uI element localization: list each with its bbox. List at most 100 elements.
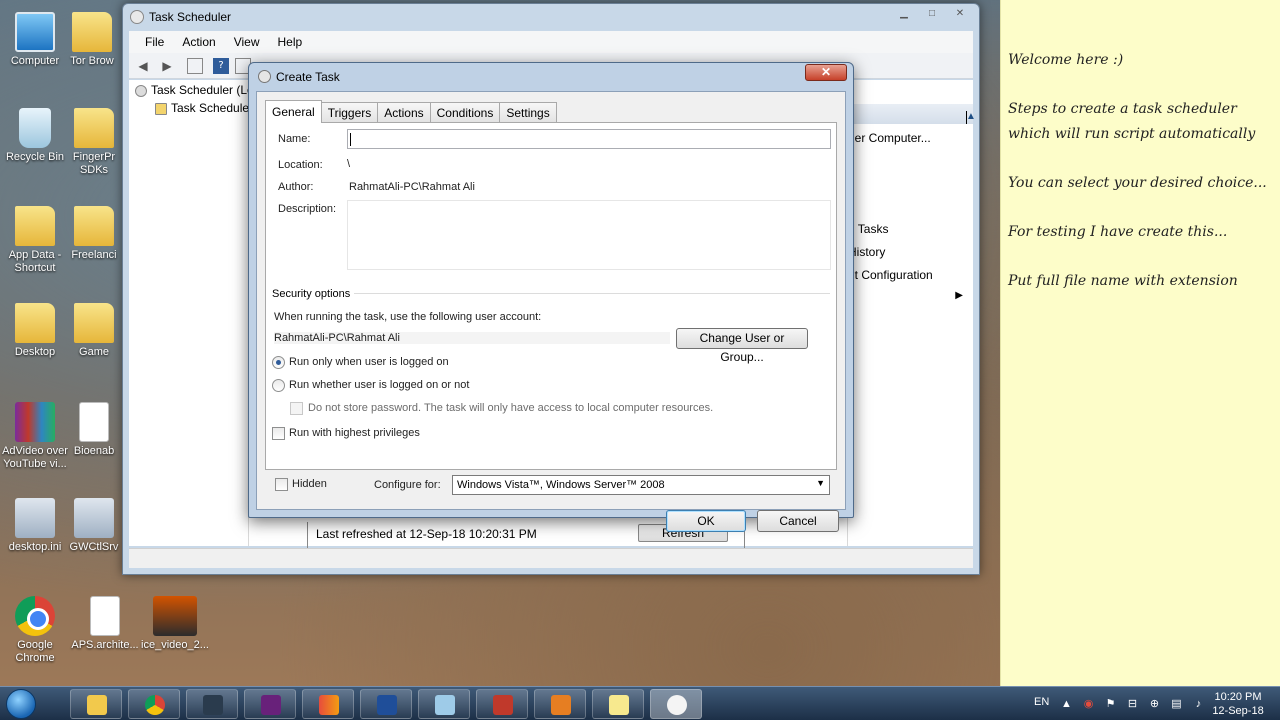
- clock[interactable]: 10:20 PM 12-Sep-18: [1208, 690, 1268, 718]
- dialog-titlebar[interactable]: Create Task ✕: [249, 63, 853, 89]
- minimize-button[interactable]: ▁: [891, 6, 917, 22]
- maximize-button[interactable]: □: [919, 6, 945, 22]
- taskbar-chrome[interactable]: [128, 689, 180, 719]
- do-not-store-password-checkbox[interactable]: [290, 402, 303, 415]
- taskbar-paint[interactable]: [418, 689, 470, 719]
- taskbar-powershell[interactable]: [360, 689, 412, 719]
- desktop-icon-aps-architecture[interactable]: APS.archite...: [70, 596, 140, 652]
- taskbar-explorer[interactable]: [70, 689, 122, 719]
- forward-arrow-icon[interactable]: ▶: [159, 58, 175, 74]
- menu-bar: File Action View Help: [129, 31, 973, 53]
- windows-app-icon: [319, 695, 339, 715]
- tab-actions[interactable]: Actions: [377, 102, 431, 122]
- collapse-caret-icon[interactable]: ▲: [966, 111, 976, 124]
- tab-general[interactable]: General: [265, 100, 322, 123]
- name-input[interactable]: [347, 129, 831, 149]
- main-window-title: Task Scheduler: [149, 10, 232, 24]
- author-value: RahmatAli-PC\Rahmat Ali: [349, 181, 475, 193]
- actions-header[interactable]: ▲: [848, 104, 976, 124]
- location-label: Location:: [278, 159, 323, 171]
- desktop-icon-google-chrome[interactable]: Google Chrome: [0, 596, 70, 665]
- snipping-tool-icon: [493, 695, 513, 715]
- clock-icon: [667, 695, 687, 715]
- tab-settings[interactable]: Settings: [499, 102, 557, 122]
- back-arrow-icon[interactable]: ◀: [135, 58, 151, 74]
- menu-view[interactable]: View: [226, 31, 270, 53]
- tab-triggers[interactable]: Triggers: [320, 102, 379, 122]
- usb-icon[interactable]: ⊟: [1126, 698, 1139, 711]
- desktop-icon-desktop-folder[interactable]: Desktop: [0, 303, 70, 359]
- ok-button[interactable]: OK: [666, 510, 746, 532]
- taskbar-recorder[interactable]: [534, 689, 586, 719]
- start-button[interactable]: [6, 689, 36, 719]
- main-titlebar[interactable]: Task Scheduler ▁ □ ✕: [123, 4, 979, 30]
- desktop-icon-bioenable[interactable]: Bioenab: [66, 402, 122, 458]
- do-not-store-password-label[interactable]: Do not store password. The task will onl…: [308, 402, 713, 414]
- close-button[interactable]: ✕: [947, 6, 973, 22]
- run-only-logged-on-label[interactable]: Run only when user is logged on: [289, 356, 449, 368]
- action-display-running-tasks[interactable]: g Tasks: [848, 222, 888, 236]
- change-user-or-group-button[interactable]: Change User or Group...: [676, 328, 808, 364]
- visual-studio-icon: [261, 695, 281, 715]
- taskbar-sticky-notes[interactable]: [592, 689, 644, 719]
- desktop-icon-app-data-shortcut[interactable]: App Data - Shortcut: [0, 206, 70, 275]
- desktop-icon-label: Google Chrome: [15, 639, 55, 664]
- description-label: Description:: [278, 203, 337, 215]
- sticky-note[interactable]: Welcome here :) Steps to create a task s…: [1000, 0, 1280, 686]
- desktop-icon-desktop-ini[interactable]: desktop.ini: [0, 498, 70, 554]
- settings-file-icon: [15, 498, 55, 538]
- highest-privileges-checkbox[interactable]: [272, 427, 285, 440]
- configure-for-select[interactable]: Windows Vista™, Windows Server™ 2008 ▼: [452, 475, 830, 495]
- actions-pane: ▲ her Computer... g Tasks History nt Con…: [847, 80, 976, 546]
- tree-item-task-scheduler-library[interactable]: Task Scheduler: [129, 101, 248, 119]
- taskbar-app[interactable]: [302, 689, 354, 719]
- dialog-close-button[interactable]: ✕: [805, 64, 847, 81]
- taskbar-task-scheduler[interactable]: [650, 689, 702, 719]
- run-whether-logged-on-radio[interactable]: [272, 379, 285, 392]
- clock-icon: [135, 85, 147, 97]
- volume-icon[interactable]: ♪: [1192, 698, 1205, 711]
- hidden-label[interactable]: Hidden: [292, 478, 327, 490]
- sticky-note-line: Put full file name with extension: [1008, 272, 1238, 289]
- antivirus-icon[interactable]: ◉: [1082, 698, 1095, 711]
- desktop-icon-advideo[interactable]: AdVideo over YouTube vi...: [0, 402, 70, 471]
- paint-icon: [435, 695, 455, 715]
- chrome-icon: [15, 596, 55, 636]
- show-hide-tree-icon[interactable]: [187, 58, 203, 74]
- desktop-icon-ice-video[interactable]: ice_video_2...: [140, 596, 210, 652]
- cancel-button[interactable]: Cancel: [757, 510, 839, 532]
- action-connect-another-computer[interactable]: her Computer...: [848, 131, 931, 145]
- language-indicator[interactable]: EN: [1034, 696, 1049, 708]
- taskbar-nox[interactable]: [186, 689, 238, 719]
- desktop-icon-label: Recycle Bin: [5, 151, 65, 163]
- update-icon[interactable]: ⊕: [1148, 698, 1161, 711]
- menu-help[interactable]: Help: [270, 31, 313, 53]
- menu-action[interactable]: Action: [174, 31, 225, 53]
- submenu-arrow-icon[interactable]: ▶: [955, 290, 963, 301]
- desktop-icon-computer[interactable]: Computer: [0, 12, 70, 68]
- taskbar-visual-studio[interactable]: [244, 689, 296, 719]
- network-icon[interactable]: ▤: [1170, 698, 1183, 711]
- run-only-logged-on-radio[interactable]: [272, 356, 285, 369]
- tree-item-label: Task Scheduler (Lo: [151, 83, 248, 97]
- tree-item-task-scheduler-local[interactable]: Task Scheduler (Lo: [129, 83, 248, 101]
- desktop-icon-tor-browser[interactable]: Tor Brow: [62, 12, 122, 68]
- description-textarea[interactable]: [347, 200, 831, 270]
- highest-privileges-label[interactable]: Run with highest privileges: [289, 427, 420, 439]
- desktop-icon-freelancing[interactable]: Freelanci: [66, 206, 122, 262]
- desktop-icon-game[interactable]: Game: [66, 303, 122, 359]
- hidden-checkbox[interactable]: [275, 478, 288, 491]
- desktop-icon-fingerprint-sdks[interactable]: FingerPr SDKs: [66, 108, 122, 177]
- console-tree: Task Scheduler (Lo Task Scheduler: [129, 80, 249, 546]
- taskbar-snipping-tool[interactable]: [476, 689, 528, 719]
- menu-file[interactable]: File: [137, 31, 174, 53]
- show-hidden-icons-icon[interactable]: ▲: [1060, 698, 1073, 711]
- tab-conditions[interactable]: Conditions: [429, 102, 501, 122]
- run-whether-logged-on-label[interactable]: Run whether user is logged on or not: [289, 379, 469, 391]
- desktop-icon-label: Desktop: [14, 346, 56, 358]
- action-center-icon[interactable]: ⚑: [1104, 698, 1117, 711]
- desktop-icon-gwctlsrv[interactable]: GWCtlSrv: [66, 498, 122, 554]
- action-at-service-configuration[interactable]: nt Configuration: [848, 268, 933, 282]
- help-icon[interactable]: ?: [213, 58, 229, 74]
- desktop-icon-recycle-bin[interactable]: Recycle Bin: [0, 108, 70, 164]
